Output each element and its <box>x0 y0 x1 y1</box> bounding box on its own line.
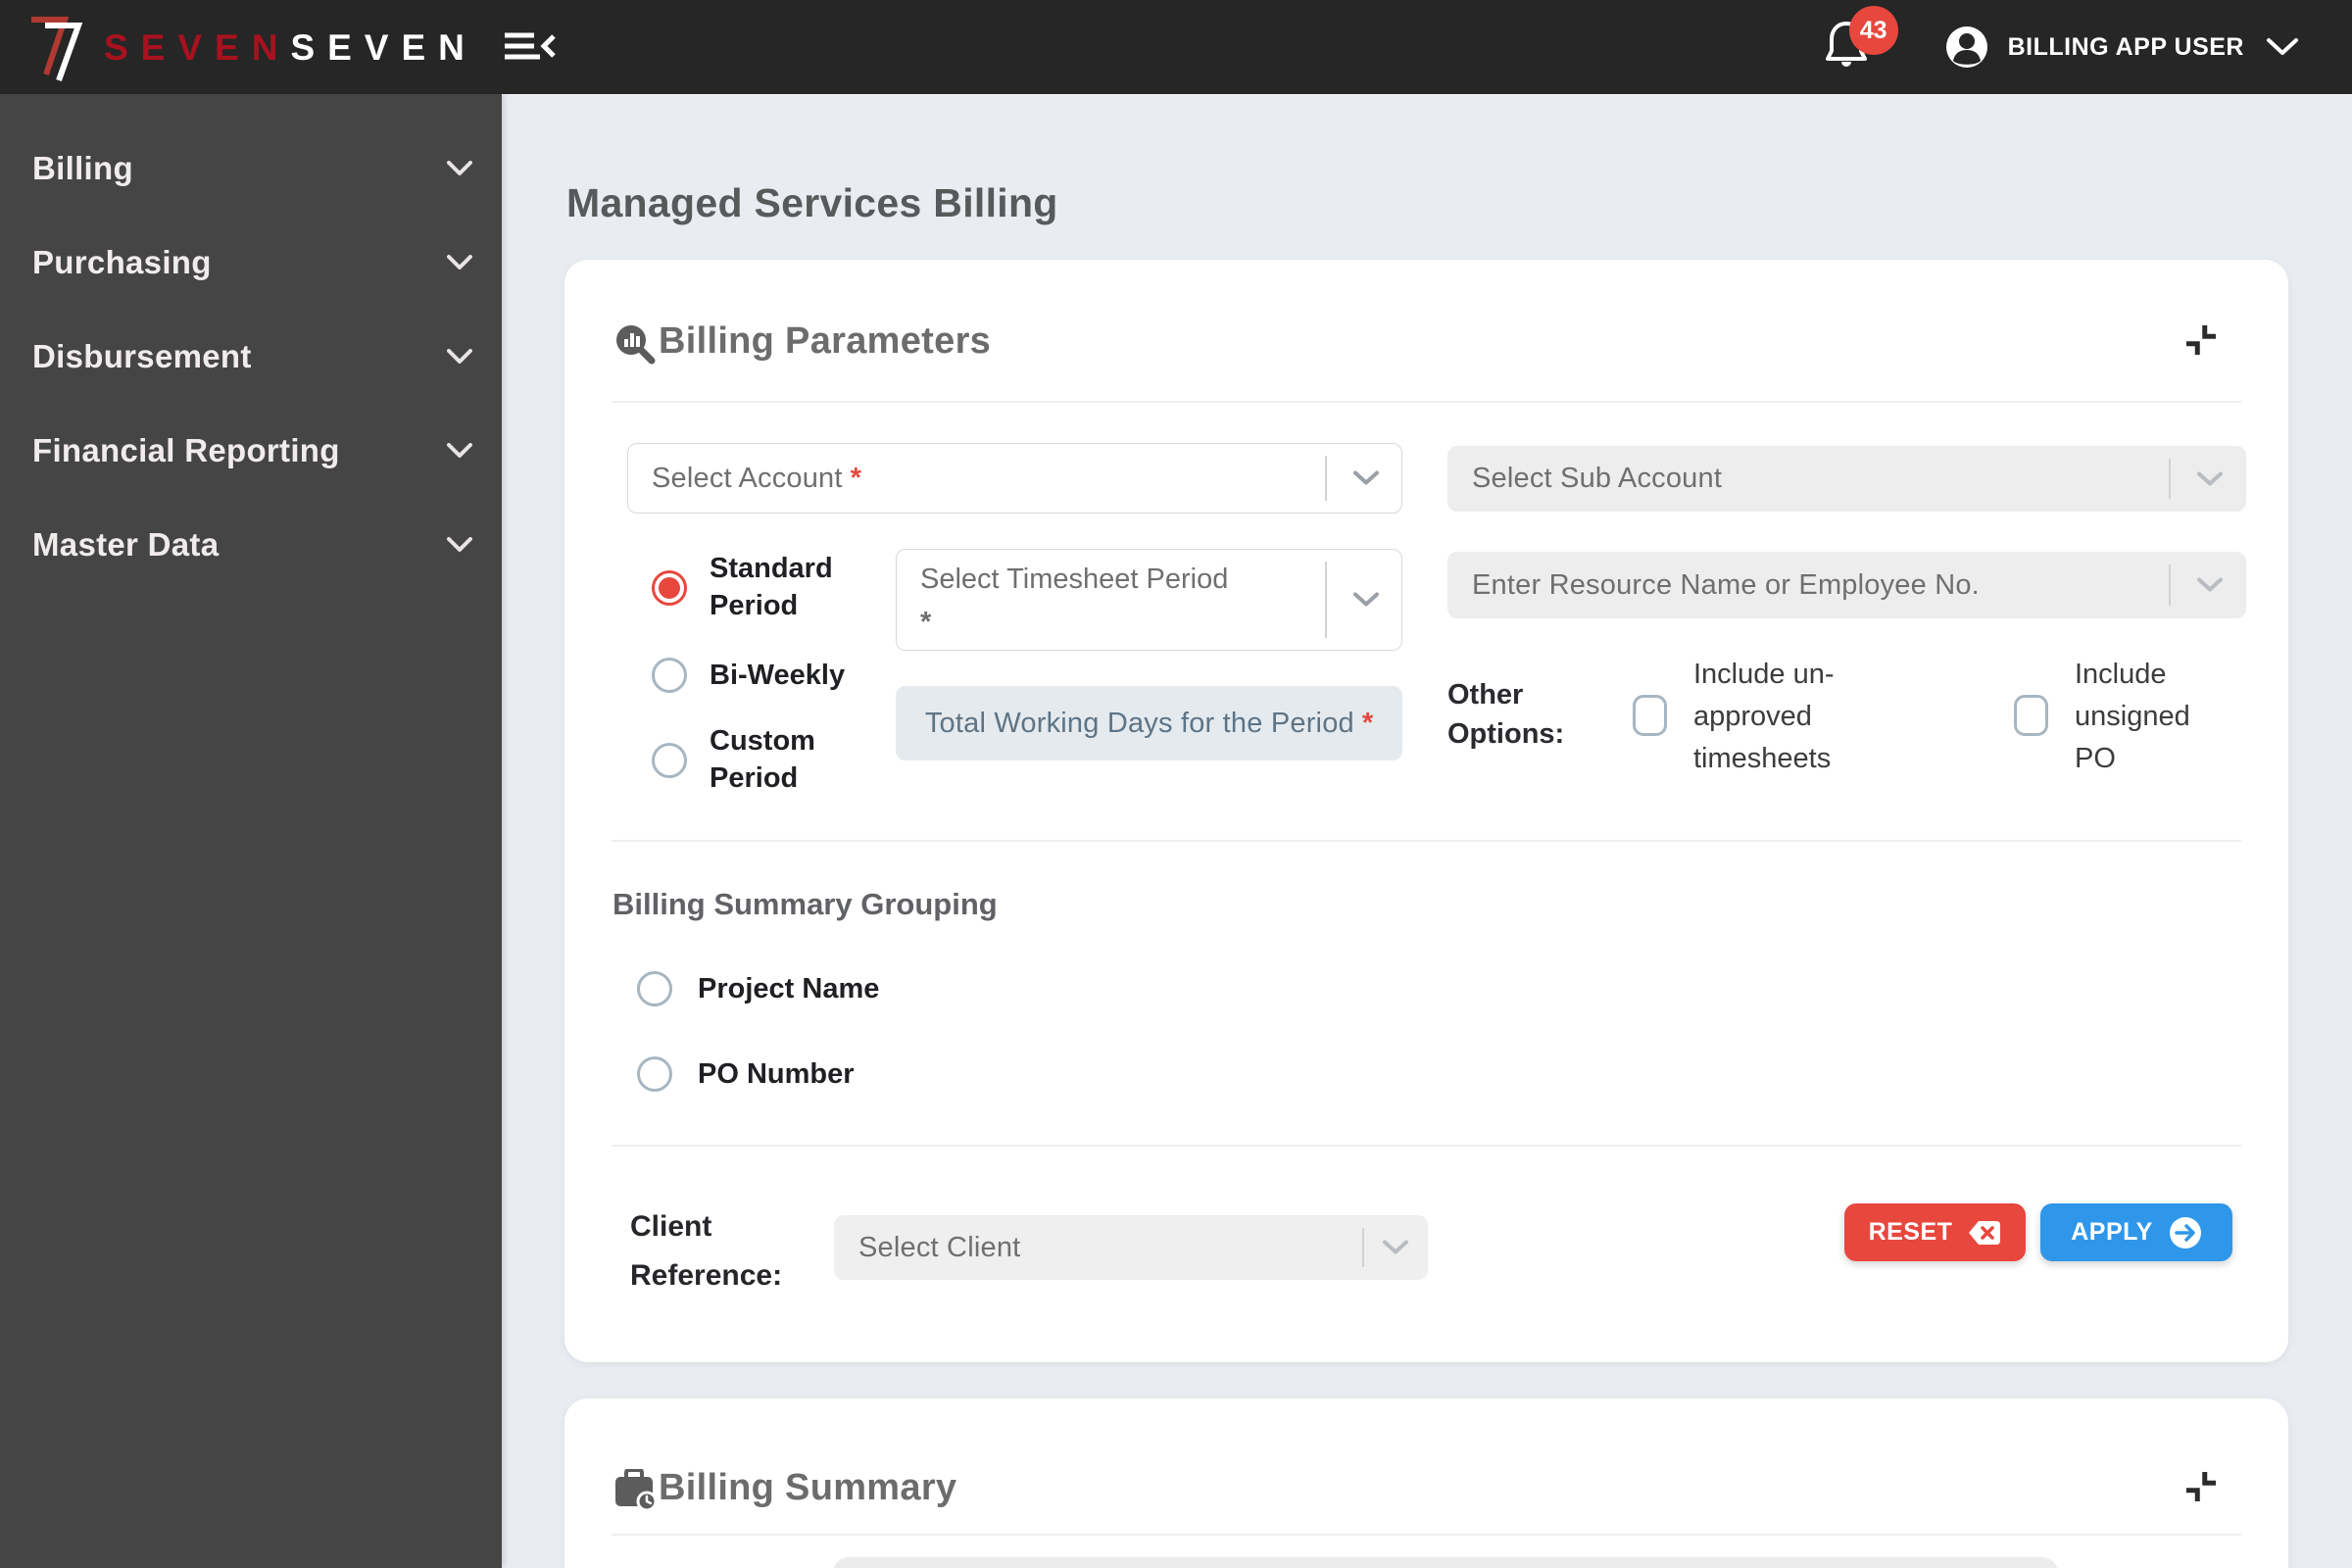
card-title: Billing Summary <box>659 1467 957 1508</box>
sidebar-nav: Billing Purchasing Disbursement Financia… <box>0 94 502 1568</box>
arrow-right-circle-icon <box>2169 1216 2201 1249</box>
radio-po-number[interactable] <box>637 1056 672 1092</box>
chevron-down-icon <box>447 161 472 175</box>
chevron-down-icon <box>447 537 472 552</box>
top-bar: SEVEN SEVEN 43 BILLING APP USER <box>0 0 2352 94</box>
notification-badge: 43 <box>1848 6 1898 55</box>
timesheet-placeholder: Select Timesheet Period <box>920 564 1229 595</box>
seven-seven-logo-icon <box>31 17 83 82</box>
radio-bi-weekly[interactable] <box>652 658 687 693</box>
apply-button[interactable]: APPLY <box>2040 1203 2232 1261</box>
client-select[interactable]: Select Client <box>834 1215 1428 1280</box>
reset-button[interactable]: RESET <box>1844 1203 2026 1261</box>
collapse-card-icon[interactable] <box>2181 1467 2221 1506</box>
checkbox-label-include-unsigned-po[interactable]: Include unsigned PO <box>2075 654 2231 780</box>
backspace-icon <box>1969 1220 2001 1245</box>
radio-label-custom-period[interactable]: Custom Period <box>710 722 857 797</box>
divider <box>2169 564 2171 606</box>
radio-label-bi-weekly[interactable]: Bi-Weekly <box>710 657 906 694</box>
menu-fold-icon[interactable] <box>503 30 558 64</box>
card-title: Billing Parameters <box>659 320 992 362</box>
resource-name-input[interactable]: Enter Resource Name or Employee No. <box>1447 552 2246 618</box>
sidebar-item-financial-reporting[interactable]: Financial Reporting <box>0 404 502 498</box>
sidebar-item-label: Billing <box>32 150 133 186</box>
chevron-down-icon <box>1353 592 1379 607</box>
required-marker: * <box>850 462 861 494</box>
apply-button-label: APPLY <box>2071 1218 2153 1246</box>
notifications-button[interactable]: 43 <box>1824 6 1898 76</box>
required-marker: * <box>1361 707 1374 739</box>
user-avatar-icon[interactable] <box>1945 25 1988 69</box>
page-title: Managed Services Billing <box>566 180 1058 225</box>
user-menu-chevron-down-icon[interactable] <box>2266 37 2299 57</box>
search-analytics-icon <box>616 325 656 365</box>
sidebar-item-label: Financial Reporting <box>32 432 340 468</box>
account-placeholder: Select Account <box>652 462 843 494</box>
brand-word-2: SEVEN <box>290 26 477 68</box>
chevron-down-icon <box>2197 577 2223 592</box>
chevron-down-icon <box>447 349 472 364</box>
user-name[interactable]: BILLING APP USER <box>2008 33 2244 62</box>
billing-parameters-card: Billing Parameters Select Account * Sele… <box>564 260 2288 1362</box>
grouping-section-title: Billing Summary Grouping <box>612 887 998 921</box>
other-options-label: Other Options: <box>1447 679 1565 750</box>
divider <box>612 401 2241 403</box>
divider <box>1362 1228 1364 1267</box>
sub-account-select[interactable]: Select Sub Account <box>1447 446 2246 512</box>
workdays-placeholder: Total Working Days for the Period <box>924 707 1354 739</box>
radio-label-standard-period[interactable]: Standard Period <box>710 550 857 624</box>
main-content: Managed Services Billing Billing Paramet… <box>502 94 2352 1568</box>
sidebar-item-disbursement[interactable]: Disbursement <box>0 310 502 404</box>
checkbox-include-unsigned-po[interactable] <box>2014 695 2048 736</box>
divider <box>1325 456 1327 501</box>
chevron-down-icon <box>1353 470 1379 485</box>
summary-partial-field <box>833 1557 2058 1568</box>
chevron-down-icon <box>447 255 472 270</box>
divider <box>2169 459 2171 499</box>
sidebar-item-billing[interactable]: Billing <box>0 122 502 216</box>
radio-project-name[interactable] <box>637 971 672 1006</box>
radio-custom-period[interactable] <box>652 743 687 778</box>
sidebar-item-label: Purchasing <box>32 244 212 280</box>
client-reference-label: Client Reference: <box>630 1210 783 1292</box>
sidebar-item-purchasing[interactable]: Purchasing <box>0 216 502 310</box>
reset-button-label: RESET <box>1868 1218 1953 1246</box>
collapse-card-icon[interactable] <box>2181 320 2221 360</box>
checkbox-label-include-unapproved-timesheets[interactable]: Include un-approved timesheets <box>1693 654 1875 780</box>
brand-logo: SEVEN SEVEN <box>25 12 477 82</box>
total-working-days-field[interactable]: Total Working Days for the Period * <box>896 686 1402 760</box>
chevron-down-icon <box>447 443 472 458</box>
sidebar-item-label: Master Data <box>32 526 220 563</box>
divider <box>1325 562 1327 638</box>
brand-word-1: SEVEN <box>104 26 291 68</box>
sidebar-item-label: Disbursement <box>32 338 252 374</box>
chevron-down-icon <box>1383 1240 1408 1254</box>
billing-summary-card: Billing Summary <box>564 1398 2288 1568</box>
chevron-down-icon <box>2197 471 2223 485</box>
checkbox-include-unapproved-timesheets[interactable] <box>1633 695 1667 736</box>
divider <box>612 840 2241 842</box>
resource-placeholder: Enter Resource Name or Employee No. <box>1472 568 1980 601</box>
account-select[interactable]: Select Account * <box>627 443 1402 514</box>
sub-account-placeholder: Select Sub Account <box>1472 463 1723 494</box>
divider <box>612 1534 2241 1536</box>
timesheet-period-select[interactable]: Select Timesheet Period * <box>896 549 1402 651</box>
divider <box>612 1145 2241 1147</box>
radio-label-project-name[interactable]: Project Name <box>698 970 1011 1007</box>
briefcase-clock-icon <box>615 1469 658 1512</box>
required-marker: * <box>920 607 932 638</box>
radio-standard-period[interactable] <box>652 570 687 606</box>
client-placeholder: Select Client <box>858 1231 1021 1263</box>
radio-label-po-number[interactable]: PO Number <box>698 1055 1011 1093</box>
sidebar-item-master-data[interactable]: Master Data <box>0 498 502 592</box>
